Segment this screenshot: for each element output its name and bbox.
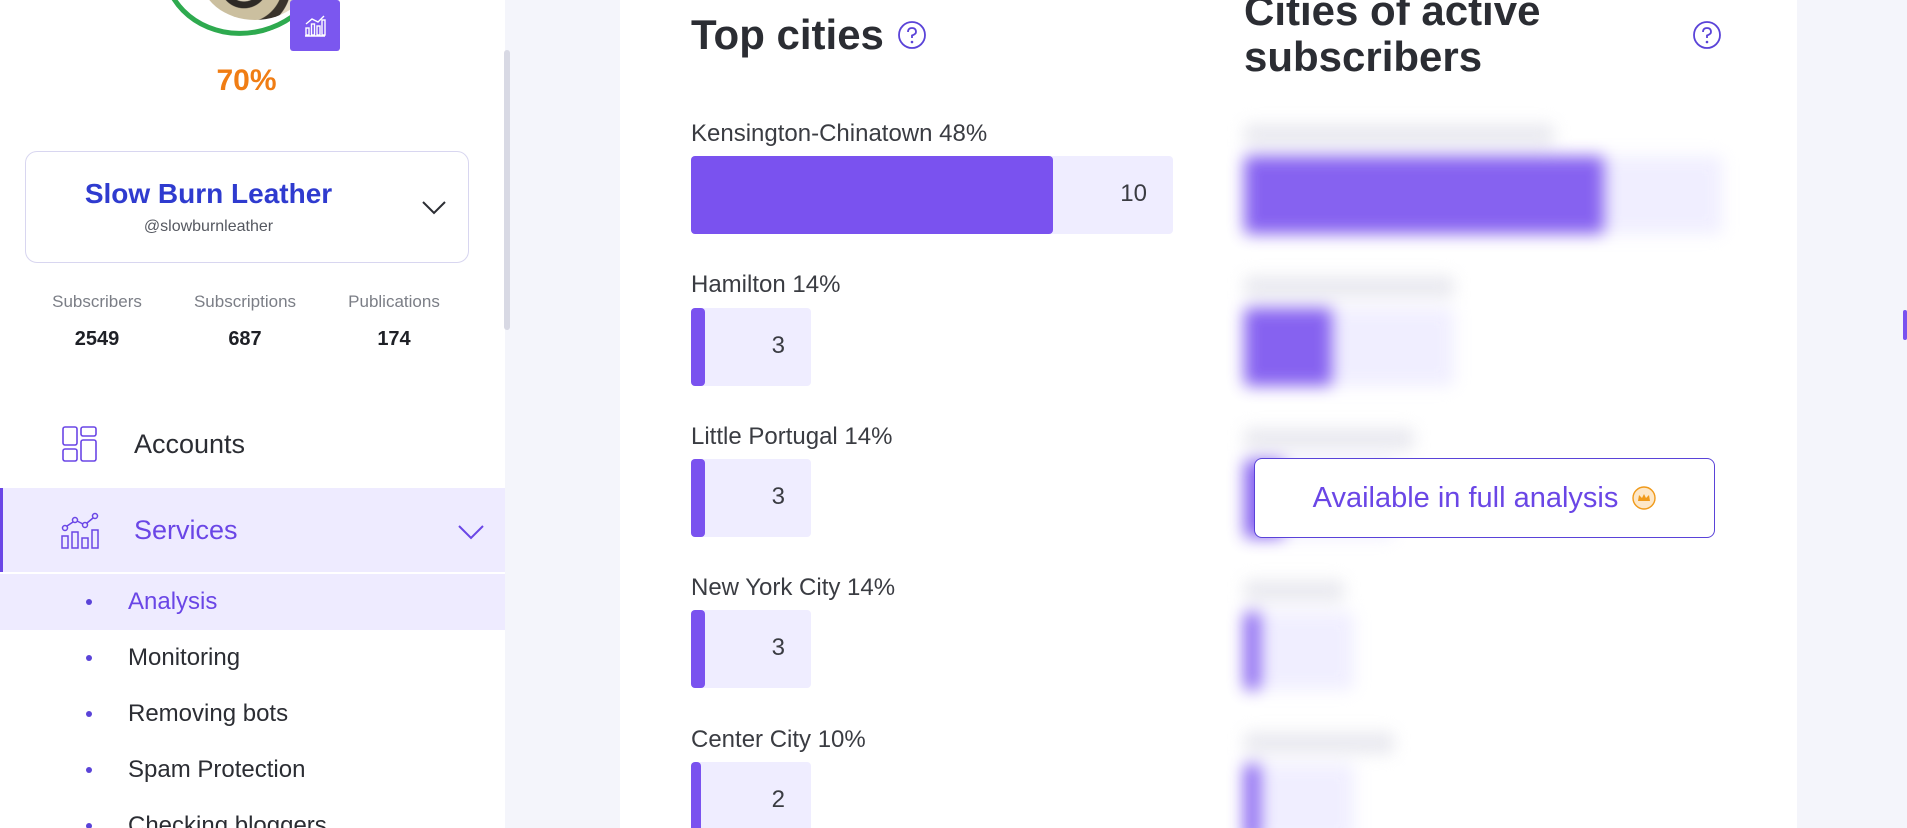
- sidebar-item-label: Services: [134, 514, 238, 545]
- placeholder-label: [1244, 428, 1414, 450]
- sidebar-subitem-checking-bloggers[interactable]: Checking bloggers: [0, 798, 505, 828]
- sidebar-subitem-label: Checking bloggers: [128, 812, 327, 828]
- chevron-down-icon[interactable]: [419, 192, 449, 222]
- stat-label: Subscribers: [52, 292, 142, 311]
- placeholder-track: [1244, 308, 1454, 386]
- city-label: Kensington-Chinatown 48%: [691, 120, 988, 147]
- account-handle: @slowburnleather: [143, 218, 274, 235]
- active-indicator: [0, 488, 3, 572]
- placeholder-track: [1244, 156, 1722, 234]
- sidebar: 70% Slow Burn Leather @slowburnleather S…: [0, 0, 505, 828]
- bar-value: 3: [771, 332, 785, 359]
- bar-track: 2: [691, 762, 811, 828]
- sidebar-scrollbar[interactable]: [504, 50, 510, 330]
- bar-value: 2: [771, 786, 785, 813]
- edge-handle[interactable]: [1903, 310, 1907, 340]
- bar-value: 10: [1120, 180, 1147, 207]
- placeholder-fill: [1244, 308, 1332, 386]
- bar-track: 3: [691, 459, 811, 537]
- bar-value: 3: [771, 483, 785, 510]
- sidebar-item-label: Accounts: [134, 428, 246, 459]
- bullet: [86, 767, 92, 773]
- stat-subscribers: Subscribers 2549: [22, 292, 172, 351]
- city-label: Center City 10%: [691, 726, 866, 753]
- placeholder-label: [1244, 580, 1344, 602]
- stat-value: 687: [228, 328, 262, 350]
- stat-subscriptions: Subscriptions 687: [170, 292, 320, 351]
- sidebar-subitem-label: Spam Protection: [128, 756, 306, 783]
- bar-chart-icon: [305, 15, 326, 37]
- stat-label: Publications: [348, 292, 440, 311]
- crown-icon: [1632, 486, 1657, 510]
- sidebar-item-accounts[interactable]: Accounts: [0, 402, 505, 486]
- city-label: Little Portugal 14%: [691, 423, 893, 450]
- bar-fill: [691, 308, 705, 386]
- sidebar-subitem-label: Monitoring: [128, 644, 241, 671]
- stat-value: 174: [377, 328, 411, 350]
- placeholder-label: [1244, 124, 1554, 146]
- sidebar-subitem-label: Analysis: [128, 588, 218, 615]
- bar-fill: [691, 156, 1053, 234]
- placeholder-fill: [1244, 612, 1260, 690]
- bar-track: 10: [691, 156, 1173, 234]
- sidebar-subitem-monitoring[interactable]: Monitoring: [0, 630, 505, 686]
- bullet: [86, 823, 92, 828]
- city-label: Hamilton 14%: [691, 271, 841, 298]
- section-title-active-cities: Cities of active subscribers: [1244, 0, 1540, 80]
- full-analysis-button[interactable]: Available in full analysis: [1254, 458, 1715, 538]
- analytics-badge[interactable]: [290, 0, 340, 51]
- sidebar-subitem-analysis[interactable]: Analysis: [0, 574, 505, 630]
- title-line: Cities of active: [1244, 0, 1541, 34]
- completion-percent: 70%: [216, 64, 277, 97]
- bullet: [86, 711, 92, 717]
- chevron-down-icon[interactable]: [455, 515, 487, 547]
- placeholder-track: [1244, 764, 1354, 828]
- bullet: [86, 655, 92, 661]
- placeholder-label: [1244, 276, 1454, 298]
- city-label: New York City 14%: [691, 574, 896, 601]
- section-title-top-cities: Top cities: [691, 11, 884, 58]
- stat-value: 2549: [74, 328, 120, 350]
- sidebar-subitem-spam-protection[interactable]: Spam Protection: [0, 742, 505, 798]
- title-line: subscribers: [1244, 33, 1483, 80]
- placeholder-track: [1244, 612, 1354, 690]
- placeholder-fill: [1244, 156, 1604, 234]
- stat-label: Subscriptions: [193, 292, 297, 311]
- bar-fill: [691, 610, 705, 688]
- placeholder-label: [1244, 732, 1394, 754]
- sidebar-subitem-label: Removing bots: [128, 700, 289, 727]
- stat-publications: Publications 174: [319, 292, 469, 351]
- help-icon[interactable]: [897, 20, 927, 50]
- account-name: Slow Burn Leather: [84, 178, 333, 209]
- sidebar-item-services[interactable]: Services: [0, 488, 505, 572]
- sidebar-subitem-removing-bots[interactable]: Removing bots: [0, 686, 505, 742]
- placeholder-fill: [1244, 764, 1260, 828]
- full-analysis-label: Available in full analysis: [1312, 481, 1619, 514]
- bar-fill: [691, 762, 701, 828]
- help-icon[interactable]: [1692, 20, 1722, 50]
- bar-track: 3: [691, 308, 811, 386]
- bar-track: 3: [691, 610, 811, 688]
- bullet: [86, 599, 92, 605]
- analytics-icon: [61, 512, 99, 549]
- account-switcher[interactable]: Slow Burn Leather @slowburnleather: [25, 151, 469, 263]
- bar-fill: [691, 459, 705, 537]
- dashboard-icon: [62, 426, 97, 462]
- bar-value: 3: [771, 634, 785, 661]
